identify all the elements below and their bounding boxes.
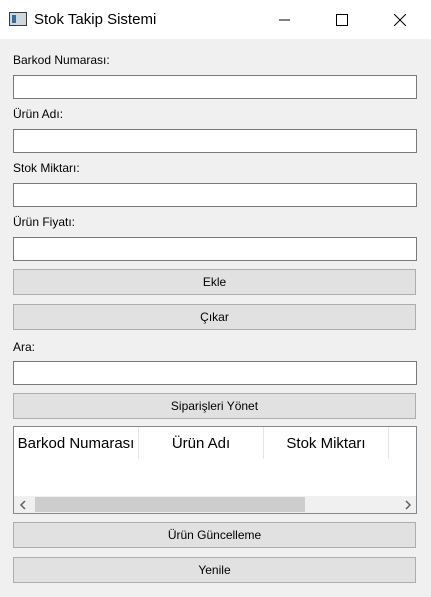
scrollbar-thumb[interactable] xyxy=(35,497,305,512)
close-button[interactable] xyxy=(371,0,429,39)
remove-button[interactable]: Çıkar xyxy=(13,304,416,330)
search-label: Ara: xyxy=(13,340,36,354)
column-header-barcode[interactable]: Barkod Numarası xyxy=(14,427,139,459)
price-input[interactable] xyxy=(13,237,417,261)
price-label: Ürün Fiyatı: xyxy=(13,215,76,229)
title-bar: Stok Takip Sistemi xyxy=(0,0,431,39)
scroll-right-button[interactable] xyxy=(399,496,416,513)
close-icon xyxy=(394,13,406,26)
column-header-product-name[interactable]: Ürün Adı xyxy=(139,427,264,459)
product-name-label: Ürün Adı: xyxy=(13,107,64,121)
minimize-icon xyxy=(279,19,290,20)
add-button[interactable]: Ekle xyxy=(13,269,416,295)
refresh-button[interactable]: Yenile xyxy=(13,557,416,583)
window-title: Stok Takip Sistemi xyxy=(34,11,157,28)
column-header-stock[interactable]: Stok Miktarı xyxy=(264,427,389,459)
update-product-button[interactable]: Ürün Güncelleme xyxy=(13,522,416,548)
barcode-input[interactable] xyxy=(13,75,417,99)
table-header: Barkod Numarası Ürün Adı Stok Miktarı xyxy=(14,427,414,460)
maximize-icon xyxy=(336,13,348,26)
manage-orders-button[interactable]: Siparişleri Yönet xyxy=(13,393,416,419)
chevron-right-icon xyxy=(404,499,411,510)
scroll-left-button[interactable] xyxy=(14,496,31,513)
stock-input[interactable] xyxy=(13,183,417,207)
chevron-left-icon xyxy=(19,499,26,510)
product-name-input[interactable] xyxy=(13,129,417,153)
stock-label: Stok Miktarı: xyxy=(13,161,80,175)
products-table[interactable]: Barkod Numarası Ürün Adı Stok Miktarı xyxy=(13,426,417,514)
search-input[interactable] xyxy=(13,361,417,385)
maximize-button[interactable] xyxy=(313,0,371,39)
horizontal-scrollbar[interactable] xyxy=(14,496,416,513)
barcode-label: Barkod Numarası: xyxy=(13,53,110,67)
app-window-icon xyxy=(9,12,27,26)
minimize-button[interactable] xyxy=(256,0,314,39)
